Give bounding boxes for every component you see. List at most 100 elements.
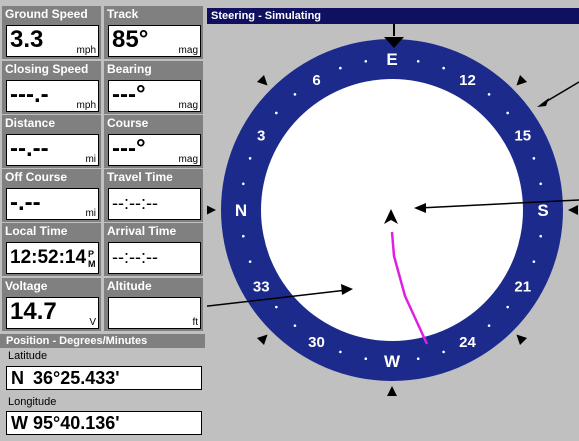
latitude-field[interactable]: N 36°25.433': [6, 366, 202, 390]
closing-speed-value-field: ---.- mph: [6, 80, 99, 112]
closing-speed-value: ---.-: [10, 81, 49, 108]
compass-tick-dot: [442, 66, 445, 70]
data-panel: Ground Speed 3.3 mph Track 85° mag Closi…: [0, 0, 205, 436]
distance-value: --.--: [10, 135, 49, 162]
latitude-label: Latitude: [8, 350, 48, 362]
closing-speed-box[interactable]: Closing Speed ---.- mph: [2, 61, 101, 114]
compass-tick-dot: [539, 182, 543, 186]
bezel-triangle-icon: [516, 334, 528, 346]
travel-time-value: --:--:--: [112, 193, 158, 213]
compass-label: 33: [253, 279, 270, 296]
local-time-label: Local Time: [5, 224, 68, 238]
longitude-label: Longitude: [8, 396, 57, 408]
distance-value-field: --.-- mi: [6, 134, 99, 166]
compass-face: [261, 79, 523, 341]
off-course-unit: mi: [85, 208, 96, 219]
altitude-value-field: ft: [108, 297, 201, 329]
compass-tick-dot: [293, 324, 297, 327]
longitude-field[interactable]: W 95°40.136': [6, 411, 202, 435]
course-value: ---°: [112, 135, 146, 162]
compass-tick-dot: [293, 93, 297, 96]
track-box[interactable]: Track 85° mag: [104, 6, 203, 59]
track-unit: mag: [178, 45, 198, 56]
local-time-value-field: 12:52:14 PM: [6, 242, 99, 274]
track-value-field: 85° mag: [108, 25, 201, 57]
arrival-time-box[interactable]: Arrival Time --:--:--: [104, 223, 203, 276]
compass-tick-dot: [416, 357, 420, 361]
compass-tick-dot: [487, 324, 491, 327]
compass-tick-dot: [364, 357, 368, 361]
latitude-hemisphere: N: [11, 368, 24, 388]
voltage-value: 14.7: [10, 298, 57, 325]
off-course-value-field: -.-- mi: [6, 188, 99, 220]
off-course-label: Off Course: [5, 170, 68, 184]
voltage-label: Voltage: [5, 279, 48, 293]
compass-tick-dot: [241, 234, 245, 238]
arrival-time-value: --:--:--: [112, 247, 158, 267]
ground-speed-value: 3.3: [10, 26, 44, 53]
distance-label: Distance: [5, 116, 56, 130]
compass-tick-dot: [364, 59, 368, 63]
altitude-label: Altitude: [107, 279, 152, 293]
bezel-triangle-icon: [206, 205, 216, 215]
travel-time-value-field: --:--:--: [108, 188, 201, 220]
ground-speed-value-field: 3.3 mph: [6, 25, 99, 57]
compass-label: 30: [308, 334, 325, 351]
ground-speed-label: Ground Speed: [5, 7, 88, 21]
course-box[interactable]: Course ---° mag: [104, 115, 203, 168]
ground-speed-unit: mph: [76, 45, 96, 56]
closing-speed-label: Closing Speed: [5, 62, 89, 76]
bearing-value: ---°: [112, 81, 146, 108]
compass-svg: E 12 15 S 21 24 W 30 33 N 3 6: [0, 0, 579, 396]
local-time-value: 12:52:14: [10, 247, 87, 268]
bearing-box[interactable]: Bearing ---° mag: [104, 61, 203, 114]
compass-tick-dot: [532, 260, 536, 263]
compass-label: W: [384, 352, 401, 371]
compass-label: 24: [459, 334, 476, 351]
compass-tick-dot: [339, 350, 342, 354]
track-value: 85°: [112, 26, 149, 53]
compass-label: S: [537, 201, 548, 220]
compass-tick-dot: [275, 111, 278, 115]
voltage-box[interactable]: Voltage 14.7 V: [2, 278, 101, 331]
voltage-unit: V: [89, 317, 96, 328]
bezel-triangle-icon: [516, 74, 528, 86]
compass-tick-dot: [339, 66, 342, 70]
latitude-value: 36°25.433': [33, 368, 120, 388]
local-time-box[interactable]: Local Time 12:52:14 PM: [2, 223, 101, 276]
course-label: Course: [107, 116, 149, 130]
compass-label: 3: [257, 128, 265, 145]
bezel-triangle-icon: [256, 74, 268, 86]
off-course-box[interactable]: Off Course -.-- mi: [2, 169, 101, 222]
compass-tick-dot: [539, 234, 543, 238]
travel-time-box[interactable]: Travel Time --:--:--: [104, 169, 203, 222]
longitude-value: 95°40.136': [33, 413, 120, 433]
compass-label: 12: [459, 72, 476, 89]
compass-label: 6: [312, 72, 320, 89]
arrival-time-value-field: --:--:--: [108, 242, 201, 274]
compass-label: 15: [514, 128, 531, 145]
distance-box[interactable]: Distance --.-- mi: [2, 115, 101, 168]
steering-compass-area[interactable]: E 12 15 S 21 24 W 30 33 N 3 6: [0, 0, 579, 436]
travel-time-label: Travel Time: [107, 170, 173, 184]
compass-tick-dot: [416, 59, 420, 63]
compass-tick-dot: [248, 157, 252, 160]
compass-tick-dot: [248, 260, 252, 263]
position-header: Position - Degrees/Minutes: [0, 334, 205, 348]
altitude-unit: ft: [192, 317, 198, 328]
distance-unit: mi: [85, 154, 96, 165]
compass-tick-dot: [532, 157, 536, 160]
ground-speed-box[interactable]: Ground Speed 3.3 mph: [2, 6, 101, 59]
compass-tick-dot: [442, 350, 445, 354]
bezel-triangle-icon: [568, 205, 578, 215]
local-time-ampm: PM: [88, 249, 96, 269]
compass-tick-dot: [487, 93, 491, 96]
altitude-box[interactable]: Altitude ft: [104, 278, 203, 331]
callout-arrow-ring-icon: [537, 98, 549, 107]
compass-tick-dot: [241, 182, 245, 186]
course-unit: mag: [178, 154, 198, 165]
voltage-value-field: 14.7 V: [6, 297, 99, 329]
track-label: Track: [107, 7, 139, 21]
off-course-value: -.--: [10, 189, 41, 216]
window-title: Steering - Simulating: [207, 8, 579, 24]
